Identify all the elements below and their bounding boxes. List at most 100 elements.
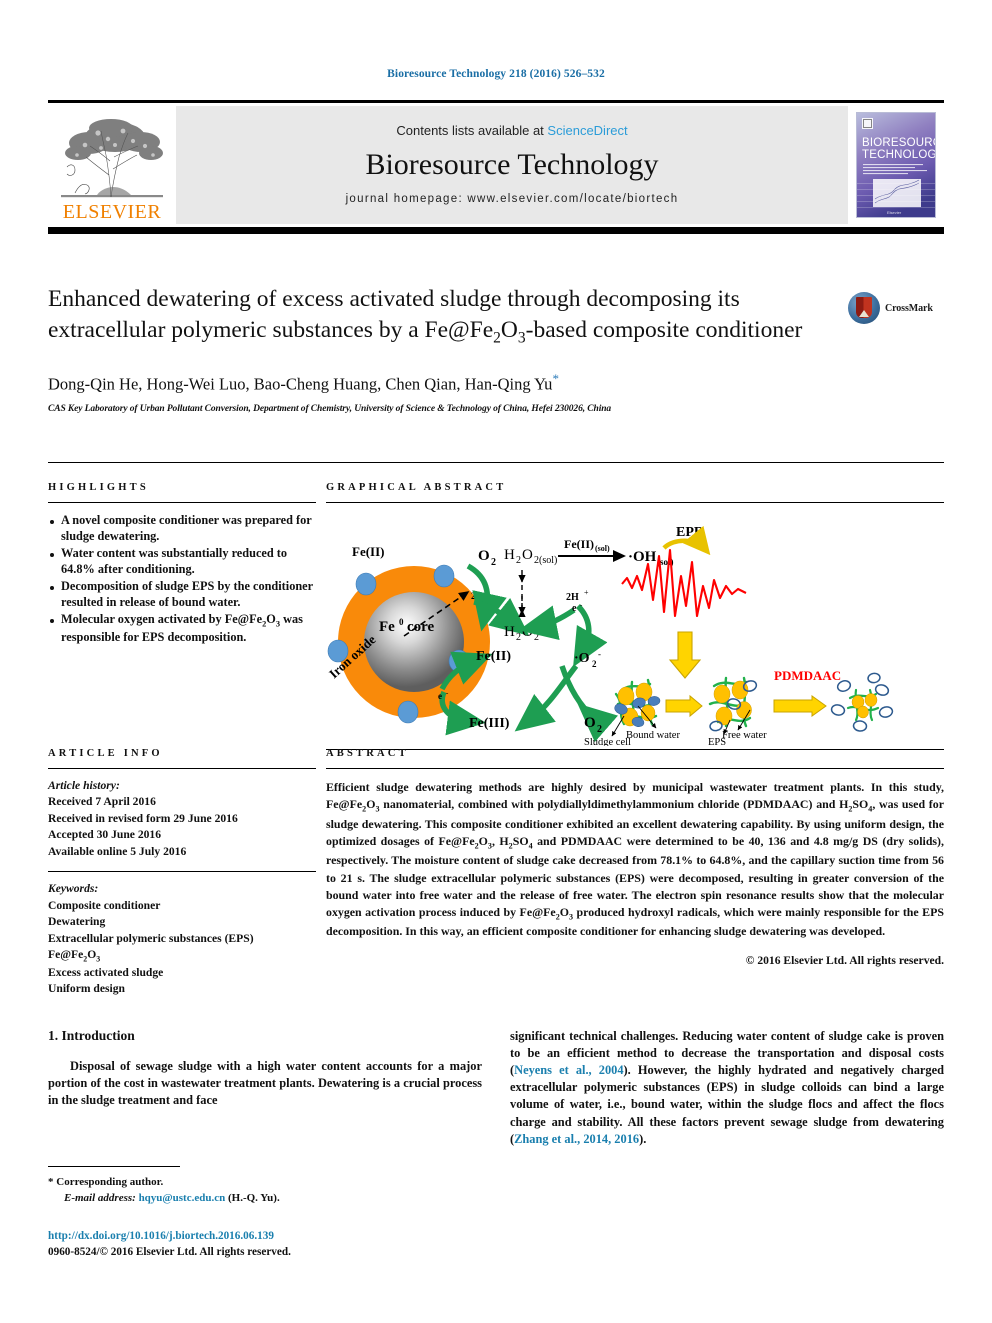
abstract-copyright: © 2016 Elsevier Ltd. All rights reserved… xyxy=(745,953,944,967)
svg-text:0: 0 xyxy=(399,617,404,627)
section-heading-introduction: 1. Introduction xyxy=(48,1028,135,1043)
svg-text:Bound water: Bound water xyxy=(626,730,680,741)
crossmark-icon xyxy=(848,292,880,324)
svg-text:O: O xyxy=(522,547,533,563)
keyword: Excess activated sludge xyxy=(48,965,164,979)
crossmark-badge[interactable]: CrossMark xyxy=(848,288,940,328)
issn-copyright-line: 0960-8524/© 2016 Elsevier Ltd. All right… xyxy=(48,1246,291,1259)
email-note: E-mail address: hqyu@ustc.edu.cn (H.-Q. … xyxy=(48,1190,482,1206)
history-revised: Received in revised form 29 June 2016 xyxy=(48,811,238,825)
journal-title: Bioresource Technology xyxy=(365,148,659,182)
history-online: Available online 5 July 2016 xyxy=(48,844,187,858)
keywords-block: Keywords: Composite conditioner Dewateri… xyxy=(48,881,316,997)
svg-text:2: 2 xyxy=(516,632,521,643)
sciencedirect-link[interactable]: ScienceDirect xyxy=(547,123,627,138)
article-info-and-abstract: ARTICLE INFO Article history: Received 7… xyxy=(48,748,944,998)
svg-text:+: + xyxy=(584,588,589,597)
highlights-list: A novel composite conditioner was prepar… xyxy=(48,513,316,646)
abstract-column: ABSTRACT Efficient sludge dewatering met… xyxy=(326,748,944,998)
svg-text:Elsevier: Elsevier xyxy=(887,210,902,215)
journal-cover-thumb: BIORESOURCE TECHNOLOGY xyxy=(848,106,944,224)
svg-text:2: 2 xyxy=(534,632,539,643)
svg-text:O: O xyxy=(522,624,533,640)
corresponding-author-marker: * xyxy=(552,371,559,387)
svg-text:TECHNOLOGY: TECHNOLOGY xyxy=(862,149,936,161)
svg-text:2(sol): 2(sol) xyxy=(534,555,557,566)
svg-text:H: H xyxy=(504,624,515,640)
svg-text:2H: 2H xyxy=(566,592,579,603)
keyword: Uniform design xyxy=(48,982,125,996)
svg-text:EPS: EPS xyxy=(708,737,726,746)
svg-text:·O: ·O xyxy=(574,651,590,666)
masthead-bottom-rule xyxy=(48,227,944,234)
divider-above-highlights xyxy=(48,462,944,463)
keyword: Composite conditioner xyxy=(48,898,161,912)
svg-text:2: 2 xyxy=(516,555,521,566)
elsevier-wordmark: ELSEVIER xyxy=(62,201,162,223)
keyword: Fe@Fe2O3 xyxy=(48,948,101,964)
svg-text:Fe(III): Fe(III) xyxy=(469,716,510,731)
email-link[interactable]: hqyu@ustc.edu.cn xyxy=(139,1192,226,1204)
svg-text:Fe(II): Fe(II) xyxy=(352,544,385,559)
masthead-center: Contents lists available at ScienceDirec… xyxy=(176,106,848,224)
svg-text:Fe(II): Fe(II) xyxy=(476,649,511,664)
svg-text:Sludge cell: Sludge cell xyxy=(584,737,631,746)
svg-text:Free water: Free water xyxy=(722,730,767,741)
highlights-column: HIGHLIGHTS A novel composite conditioner… xyxy=(48,482,316,750)
keyword: Dewatering xyxy=(48,915,106,929)
journal-homepage[interactable]: journal homepage: www.elsevier.com/locat… xyxy=(346,193,679,205)
intro-paragraph-left: Disposal of sewage sludge with a high wa… xyxy=(48,1059,482,1108)
email-label: E-mail address: xyxy=(64,1192,136,1205)
svg-text:2: 2 xyxy=(592,659,597,669)
svg-text:2: 2 xyxy=(491,557,496,568)
contents-available-line: Contents lists available at ScienceDirec… xyxy=(396,123,627,138)
history-accepted: Accepted 30 June 2016 xyxy=(48,828,162,842)
article-history: Article history: Received 7 April 2016 R… xyxy=(48,778,316,860)
citation-link-neyens[interactable]: Neyens et al., 2004 xyxy=(514,1063,623,1077)
abstract-text: Efficient sludge dewatering methods are … xyxy=(326,780,944,939)
svg-text:O: O xyxy=(584,715,596,731)
abstract-heading: ABSTRACT xyxy=(326,748,409,759)
contents-prefix: Contents lists available at xyxy=(396,123,544,139)
page-title: Enhanced dewatering of excess activated … xyxy=(48,286,803,347)
svg-text:e: e xyxy=(572,603,577,614)
elsevier-tree-icon xyxy=(53,115,171,201)
corresponding-author-label: Corresponding author. xyxy=(56,1176,164,1188)
footnote-block: * Corresponding author. E-mail address: … xyxy=(48,1166,482,1206)
author-list: Dong-Qin He, Hong-Wei Luo, Bao-Cheng Hua… xyxy=(48,371,944,395)
svg-text:e: e xyxy=(438,691,442,701)
svg-text:Fe: Fe xyxy=(379,619,395,635)
svg-text:H: H xyxy=(504,547,515,563)
crossmark-label: CrossMark xyxy=(885,302,933,314)
svg-text:2: 2 xyxy=(597,724,602,735)
body-column-right: significant technical challenges. Reduci… xyxy=(510,1028,944,1148)
journal-masthead: ELSEVIER Contents lists available at Sci… xyxy=(48,100,944,234)
list-item: A novel composite conditioner was prepar… xyxy=(48,513,316,545)
svg-text:core: core xyxy=(407,619,435,635)
highlights-heading: HIGHLIGHTS xyxy=(48,482,149,493)
list-item: Water content was substantially reduced … xyxy=(48,546,316,578)
history-received: Received 7 April 2016 xyxy=(48,795,156,809)
highlights-and-graphical-abstract: HIGHLIGHTS A novel composite conditioner… xyxy=(48,482,944,750)
list-item: Decomposition of sludge EPS by the condi… xyxy=(48,579,316,611)
footnote-rule xyxy=(48,1166,180,1167)
body-column-left: 1. Introduction Disposal of sewage sludg… xyxy=(48,1028,482,1148)
doi-block: http://dx.doi.org/10.1016/j.biortech.201… xyxy=(48,1228,291,1260)
corresponding-author-note: * Corresponding author. xyxy=(48,1174,482,1190)
graphical-abstract-column: GRAPHICAL ABSTRACT Fe(II) Fe 0 core Iron… xyxy=(326,482,944,750)
running-head: Bioresource Technology 218 (2016) 526–53… xyxy=(387,68,605,80)
doi-link[interactable]: http://dx.doi.org/10.1016/j.biortech.201… xyxy=(48,1230,274,1242)
article-history-label: Article history: xyxy=(48,779,120,792)
svg-text:·OH: ·OH xyxy=(628,549,657,565)
keyword: Extracellular polymeric substances (EPS) xyxy=(48,931,254,945)
email-suffix: (H.-Q. Yu). xyxy=(227,1192,280,1205)
list-item: Molecular oxygen activated by Fe@Fe2O3 w… xyxy=(48,612,316,646)
masthead-top-rule xyxy=(48,100,944,103)
title-block: Enhanced dewatering of excess activated … xyxy=(48,284,944,414)
svg-text:O: O xyxy=(478,548,490,564)
citation-link-zhang[interactable]: Zhang et al., 2014, 2016 xyxy=(514,1132,639,1146)
intro-text-3: ). xyxy=(639,1131,647,1146)
body-region: 1. Introduction Disposal of sewage sludg… xyxy=(48,1028,944,1148)
author-names: Dong-Qin He, Hong-Wei Luo, Bao-Cheng Hua… xyxy=(48,374,553,394)
graphical-abstract-figure: Fe(II) Fe 0 core Iron oxide 2e - O 2 e -… xyxy=(326,514,944,748)
